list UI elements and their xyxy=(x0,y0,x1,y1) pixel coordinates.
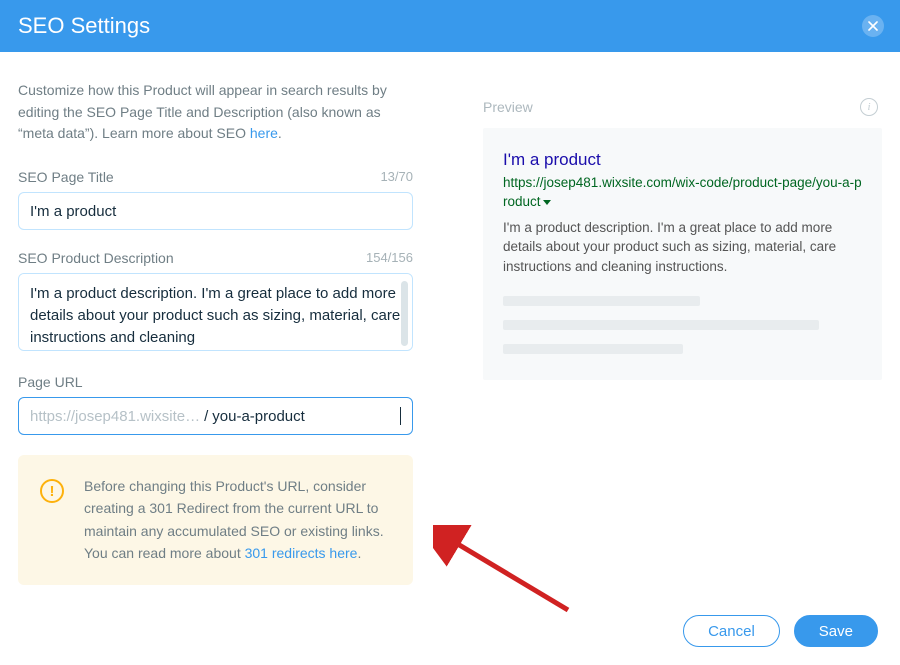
preview-description: I'm a product description. I'm a great p… xyxy=(503,218,862,277)
page-url-label: Page URL xyxy=(18,374,83,390)
preview-title: I'm a product xyxy=(503,150,862,170)
intro-text: Customize how this Product will appear i… xyxy=(18,80,413,145)
modal-footer: Cancel Save xyxy=(683,615,878,647)
preview-column: Preview i I'm a product https://josep481… xyxy=(483,80,882,585)
warning-text-after: . xyxy=(357,545,361,561)
intro-text-after: . xyxy=(278,125,282,141)
search-preview-card: I'm a product https://josep481.wixsite.c… xyxy=(483,128,882,380)
seo-description-label: SEO Product Description xyxy=(18,250,174,266)
form-column: Customize how this Product will appear i… xyxy=(18,80,413,585)
warning-icon: ! xyxy=(40,479,64,503)
close-button[interactable] xyxy=(862,15,884,37)
seo-description-counter: 154/156 xyxy=(366,250,413,266)
seo-title-counter: 13/70 xyxy=(380,169,413,185)
redirects-link[interactable]: 301 redirects here xyxy=(245,545,358,561)
info-icon[interactable]: i xyxy=(860,98,878,116)
text-cursor xyxy=(400,407,401,425)
page-url-input[interactable]: you-a-product xyxy=(212,408,396,425)
seo-description-textarea[interactable] xyxy=(18,273,413,351)
field-seo-title: SEO Page Title 13/70 xyxy=(18,169,413,230)
warning-text: Before changing this Product's URL, cons… xyxy=(84,475,391,565)
modal-title: SEO Settings xyxy=(18,13,150,39)
page-url-input-wrap[interactable]: https://josep481.wixsite… / you-a-produc… xyxy=(18,397,413,435)
cancel-button[interactable]: Cancel xyxy=(683,615,780,647)
save-button[interactable]: Save xyxy=(794,615,878,647)
seo-title-label: SEO Page Title xyxy=(18,169,114,185)
preview-label: Preview xyxy=(483,99,533,115)
skeleton-line xyxy=(503,320,819,330)
field-seo-description: SEO Product Description 154/156 xyxy=(18,250,413,354)
page-url-slash: / xyxy=(204,408,208,425)
page-url-prefix: https://josep481.wixsite… xyxy=(30,408,200,425)
preview-url-text: https://josep481.wixsite.com/wix-code/pr… xyxy=(503,175,862,209)
modal-content: Customize how this Product will appear i… xyxy=(0,52,900,585)
skeleton-line xyxy=(503,296,700,306)
url-change-warning: ! Before changing this Product's URL, co… xyxy=(18,455,413,585)
modal-header: SEO Settings xyxy=(0,0,900,52)
field-page-url: Page URL https://josep481.wixsite… / you… xyxy=(18,374,413,435)
caret-down-icon xyxy=(543,200,551,205)
learn-more-link[interactable]: here xyxy=(250,125,278,141)
skeleton-line xyxy=(503,344,683,354)
intro-text-before: Customize how this Product will appear i… xyxy=(18,82,387,141)
seo-title-input[interactable] xyxy=(18,192,413,230)
preview-url: https://josep481.wixsite.com/wix-code/pr… xyxy=(503,174,862,212)
